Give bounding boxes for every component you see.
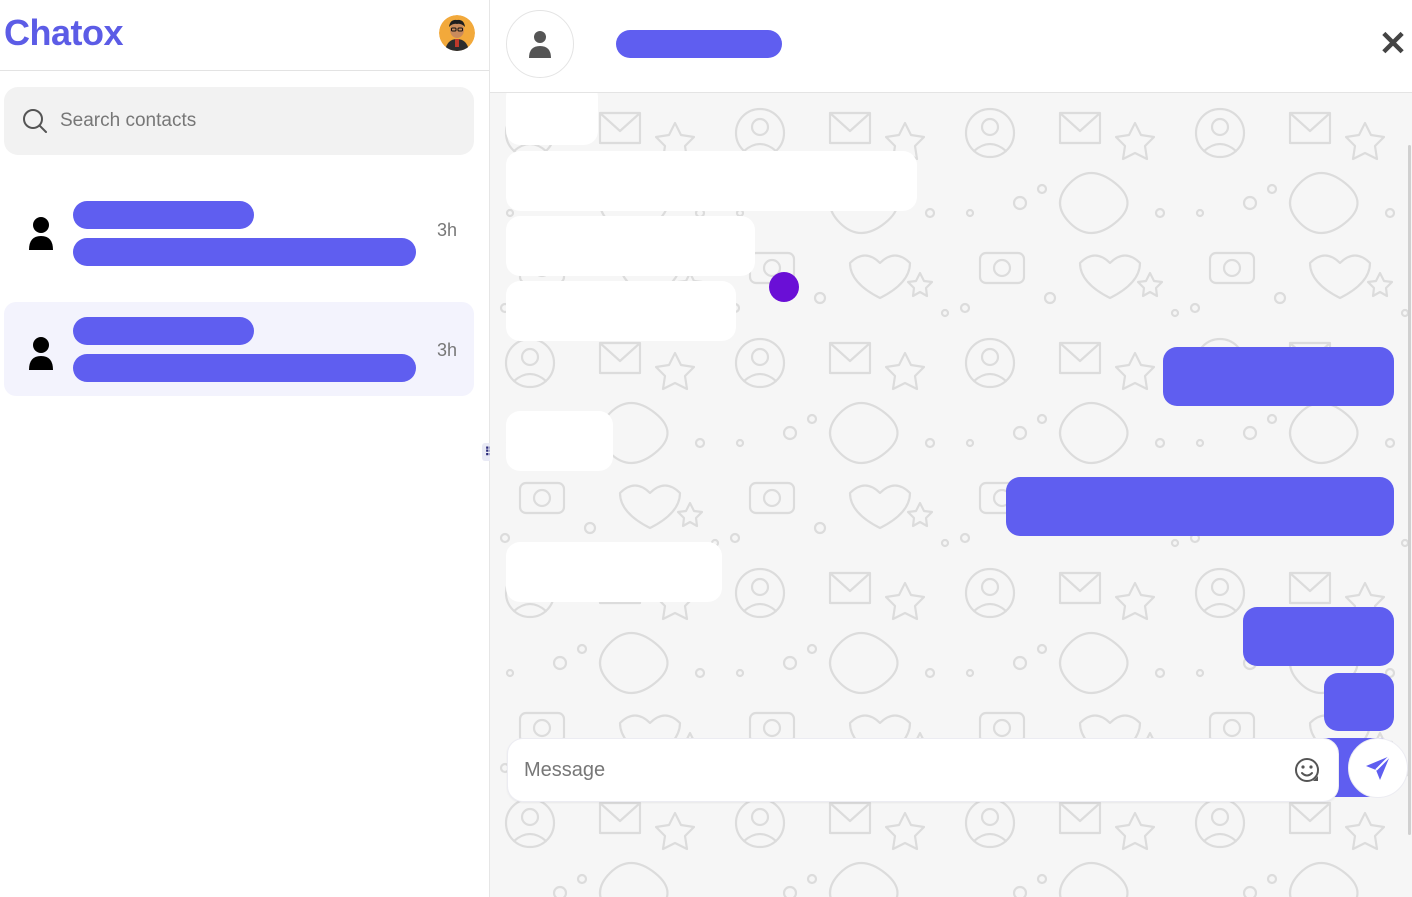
- chat-contact-name-placeholder: [616, 30, 782, 58]
- sidebar-divider: [0, 70, 489, 71]
- contact-item-selected[interactable]: 3h: [4, 302, 474, 396]
- incoming-message-bubble: [506, 542, 722, 602]
- search-icon: [23, 109, 47, 133]
- message-input[interactable]: [524, 739, 1274, 801]
- contacts-sidebar: Chatox 3h: [0, 0, 490, 897]
- outgoing-message-bubble: [1163, 347, 1394, 406]
- send-button[interactable]: [1348, 738, 1408, 798]
- contact-avatar[interactable]: [506, 10, 574, 78]
- incoming-message-bubble: [506, 151, 917, 211]
- message-composer: [507, 738, 1339, 802]
- contact-name-placeholder: [73, 201, 254, 229]
- outgoing-message-bubble: [1006, 477, 1394, 536]
- contact-time: 3h: [437, 340, 458, 360]
- user-avatar[interactable]: [439, 15, 475, 51]
- incoming-message-bubble: [506, 411, 613, 471]
- contact-preview-placeholder: [73, 238, 416, 266]
- user-icon: [529, 31, 551, 58]
- emoji-icon[interactable]: [1293, 756, 1321, 784]
- app-logo: Chatox: [4, 12, 124, 53]
- chat-panel: ✕: [490, 0, 1412, 897]
- user-icon: [29, 337, 53, 370]
- search-box: [4, 87, 474, 155]
- close-icon[interactable]: ✕: [1376, 27, 1410, 61]
- contact-time: 3h: [437, 220, 458, 240]
- incoming-message-bubble: [506, 281, 736, 341]
- search-input[interactable]: [60, 87, 460, 155]
- outgoing-message-bubble: [1324, 673, 1394, 731]
- typing-indicator: [769, 272, 799, 302]
- incoming-message-bubble: [506, 216, 755, 276]
- send-icon: [1366, 755, 1391, 780]
- scrollbar[interactable]: [1408, 145, 1411, 835]
- outgoing-message-bubble: [1243, 607, 1394, 666]
- chat-header: ✕: [490, 0, 1412, 93]
- user-icon: [29, 217, 53, 250]
- contact-name-placeholder: [73, 317, 254, 345]
- contact-preview-placeholder: [73, 354, 416, 382]
- contact-item[interactable]: 3h: [4, 182, 474, 276]
- incoming-message-bubble: [506, 93, 598, 145]
